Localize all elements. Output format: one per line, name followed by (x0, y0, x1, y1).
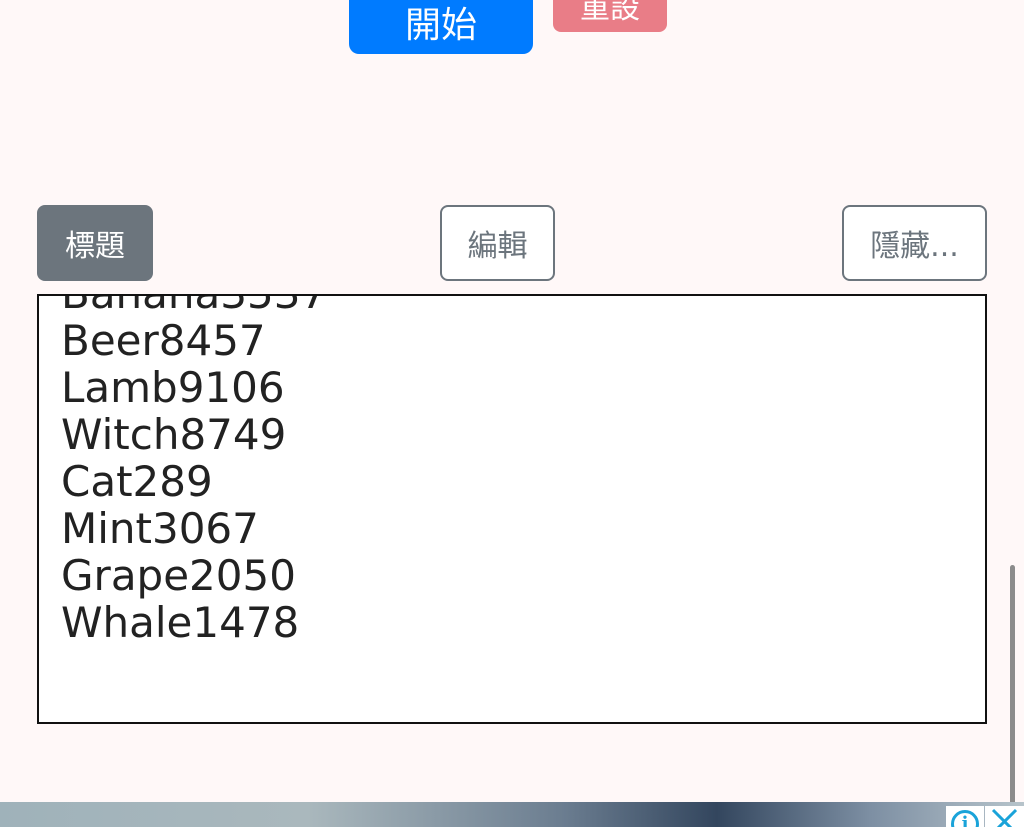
start-button[interactable]: 開始 (349, 0, 533, 54)
list-item: Mint3067 (61, 504, 259, 553)
list-item: Beer8457 (61, 316, 266, 365)
edit-button[interactable]: 編輯 (440, 205, 555, 281)
list-item: Cat289 (61, 457, 213, 506)
word-list-box[interactable]: Banana3537 Beer8457 Lamb9106 Witch8749 C… (37, 294, 987, 724)
list-item: Grape2050 (61, 551, 296, 600)
list-item: Lamb9106 (61, 363, 285, 412)
word-list: Banana3537 Beer8457 Lamb9106 Witch8749 C… (61, 296, 975, 647)
hide-button[interactable]: 隱藏... (842, 205, 987, 281)
close-icon[interactable] (985, 806, 1024, 827)
info-icon[interactable]: i (946, 806, 984, 827)
list-item: Whale1478 (61, 598, 300, 647)
ad-banner[interactable] (0, 802, 1024, 827)
page-scrollbar[interactable] (1010, 565, 1015, 810)
reset-button[interactable]: 重設 (553, 0, 667, 32)
list-item: Witch8749 (61, 410, 287, 459)
page: 開始 重設 標題 編輯 隱藏... Banana3537 Beer8457 La… (0, 0, 1024, 827)
list-item: Banana3537 (61, 296, 975, 317)
title-button[interactable]: 標題 (37, 205, 153, 281)
